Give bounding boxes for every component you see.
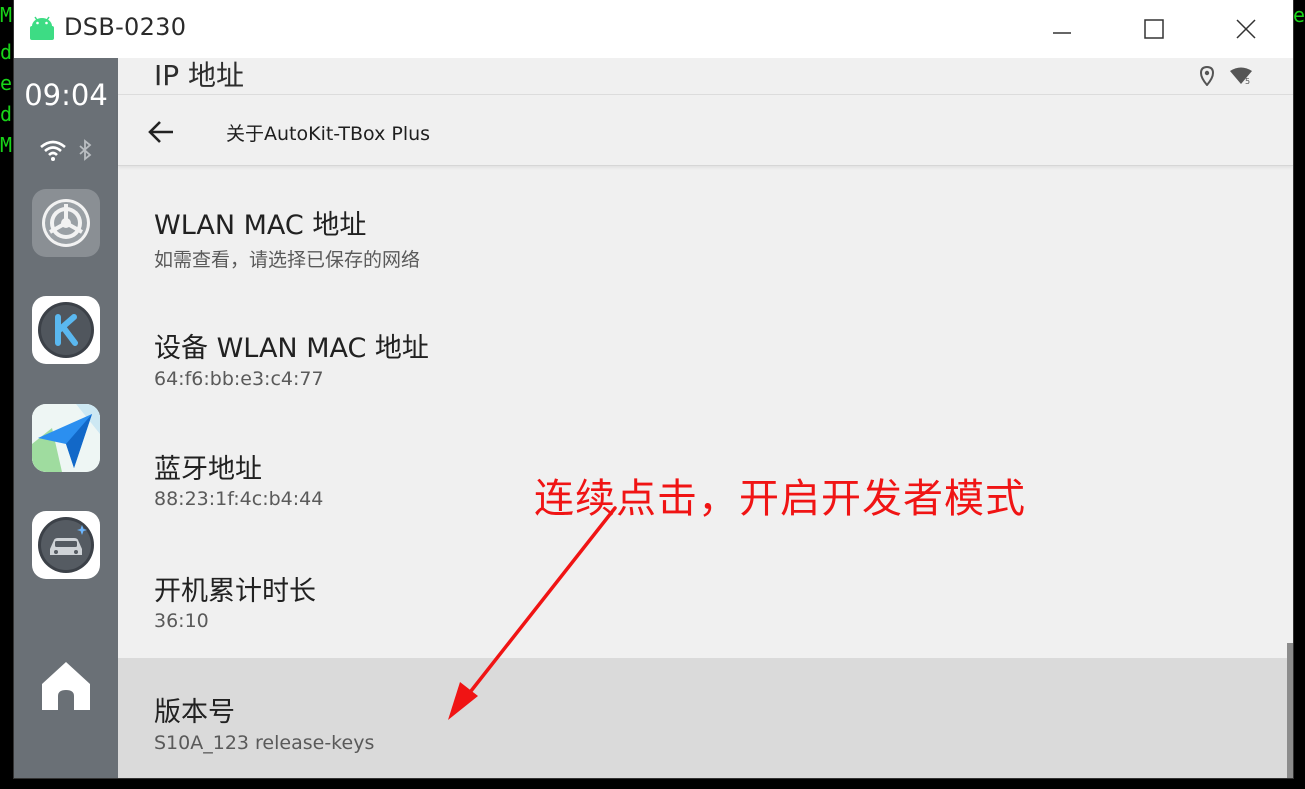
annotation-arrow-icon <box>448 506 617 720</box>
terminal-line: M <box>0 133 13 157</box>
window-title: DSB-0230 <box>64 13 187 41</box>
k-logo-icon <box>38 302 94 358</box>
wifi-icon <box>40 140 66 161</box>
item-title: 设备 WLAN MAC 地址 <box>154 333 429 364</box>
settings-gear-icon <box>42 199 90 247</box>
status-bar: IP 地址 5 <box>118 58 1293 94</box>
autokit-app-button[interactable] <box>32 296 100 364</box>
window-titlebar[interactable]: DSB-0230 <box>14 0 1293 58</box>
item-subtitle: 64:f6:bb:e3:c4:77 <box>154 368 324 390</box>
emulator-window: DSB-0230 09:04 IP 地址 5 关于AutoKit-TBox Pl… <box>14 0 1293 778</box>
minimize-icon <box>1053 32 1071 34</box>
terminal-line: d <box>0 40 13 64</box>
terminal-line: d <box>0 102 13 126</box>
car-app-button[interactable] <box>32 511 100 579</box>
terminal-line: e <box>0 71 13 95</box>
navigation-app-button[interactable] <box>32 404 100 472</box>
home-button[interactable] <box>38 658 94 714</box>
item-title: 开机累计时长 <box>154 576 316 607</box>
status-icons: 5 <box>1199 66 1253 86</box>
android-icon <box>30 16 54 40</box>
navigation-arrow-icon <box>32 404 100 472</box>
page-title: 关于AutoKit-TBox Plus <box>226 123 431 145</box>
car-icon <box>38 517 94 573</box>
list-item-wlan-mac[interactable]: WLAN MAC 地址 如需查看，请选择已保存的网络 <box>118 167 1293 285</box>
item-subtitle: 36:10 <box>154 610 209 632</box>
item-title: 蓝牙地址 <box>154 454 262 485</box>
previous-page-title: IP 地址 <box>154 59 245 92</box>
wifi-signal-icon: 5 <box>1230 67 1252 85</box>
maximize-icon <box>1144 19 1164 39</box>
launcher-rail: 09:04 <box>14 58 118 778</box>
location-icon <box>1199 66 1215 86</box>
about-device-screen: IP 地址 5 关于AutoKit-TBox Plus WLAN MAC 地址 … <box>118 58 1293 778</box>
settings-app-button[interactable] <box>32 189 100 257</box>
app-bar: 关于AutoKit-TBox Plus <box>118 94 1293 166</box>
terminal-line: M <box>0 3 13 27</box>
list-item-build-number[interactable]: 版本号 S10A_123 release-keys <box>118 658 1293 778</box>
scrollbar[interactable] <box>1287 643 1293 778</box>
terminal-background-right: e <box>1293 0 1305 40</box>
minimize-button[interactable] <box>1039 12 1085 46</box>
item-title: 版本号 <box>154 697 235 728</box>
item-subtitle: 88:23:1f:4c:b4:44 <box>154 488 324 510</box>
item-title: WLAN MAC 地址 <box>154 210 367 241</box>
clock: 09:04 <box>24 78 108 112</box>
terminal-background-left: M d e d M <box>0 0 14 789</box>
item-subtitle: S10A_123 release-keys <box>154 732 375 754</box>
list-item-uptime[interactable]: 开机累计时长 36:10 <box>118 534 1293 652</box>
terminal-line: e <box>1293 3 1305 27</box>
device-screen: 09:04 IP 地址 5 关于AutoKit-TBox Plus WLAN M… <box>14 58 1293 778</box>
maximize-button[interactable] <box>1131 12 1177 46</box>
back-button[interactable] <box>144 115 178 149</box>
close-icon <box>1236 19 1256 39</box>
rail-status-icons <box>40 139 92 161</box>
svg-text:5: 5 <box>1245 77 1250 85</box>
back-arrow-icon <box>148 121 173 143</box>
bluetooth-icon <box>79 139 92 161</box>
list-item-device-wlan-mac[interactable]: 设备 WLAN MAC 地址 64:f6:bb:e3:c4:77 <box>118 291 1293 409</box>
close-button[interactable] <box>1223 12 1269 46</box>
item-subtitle: 如需查看，请选择已保存的网络 <box>154 249 421 271</box>
